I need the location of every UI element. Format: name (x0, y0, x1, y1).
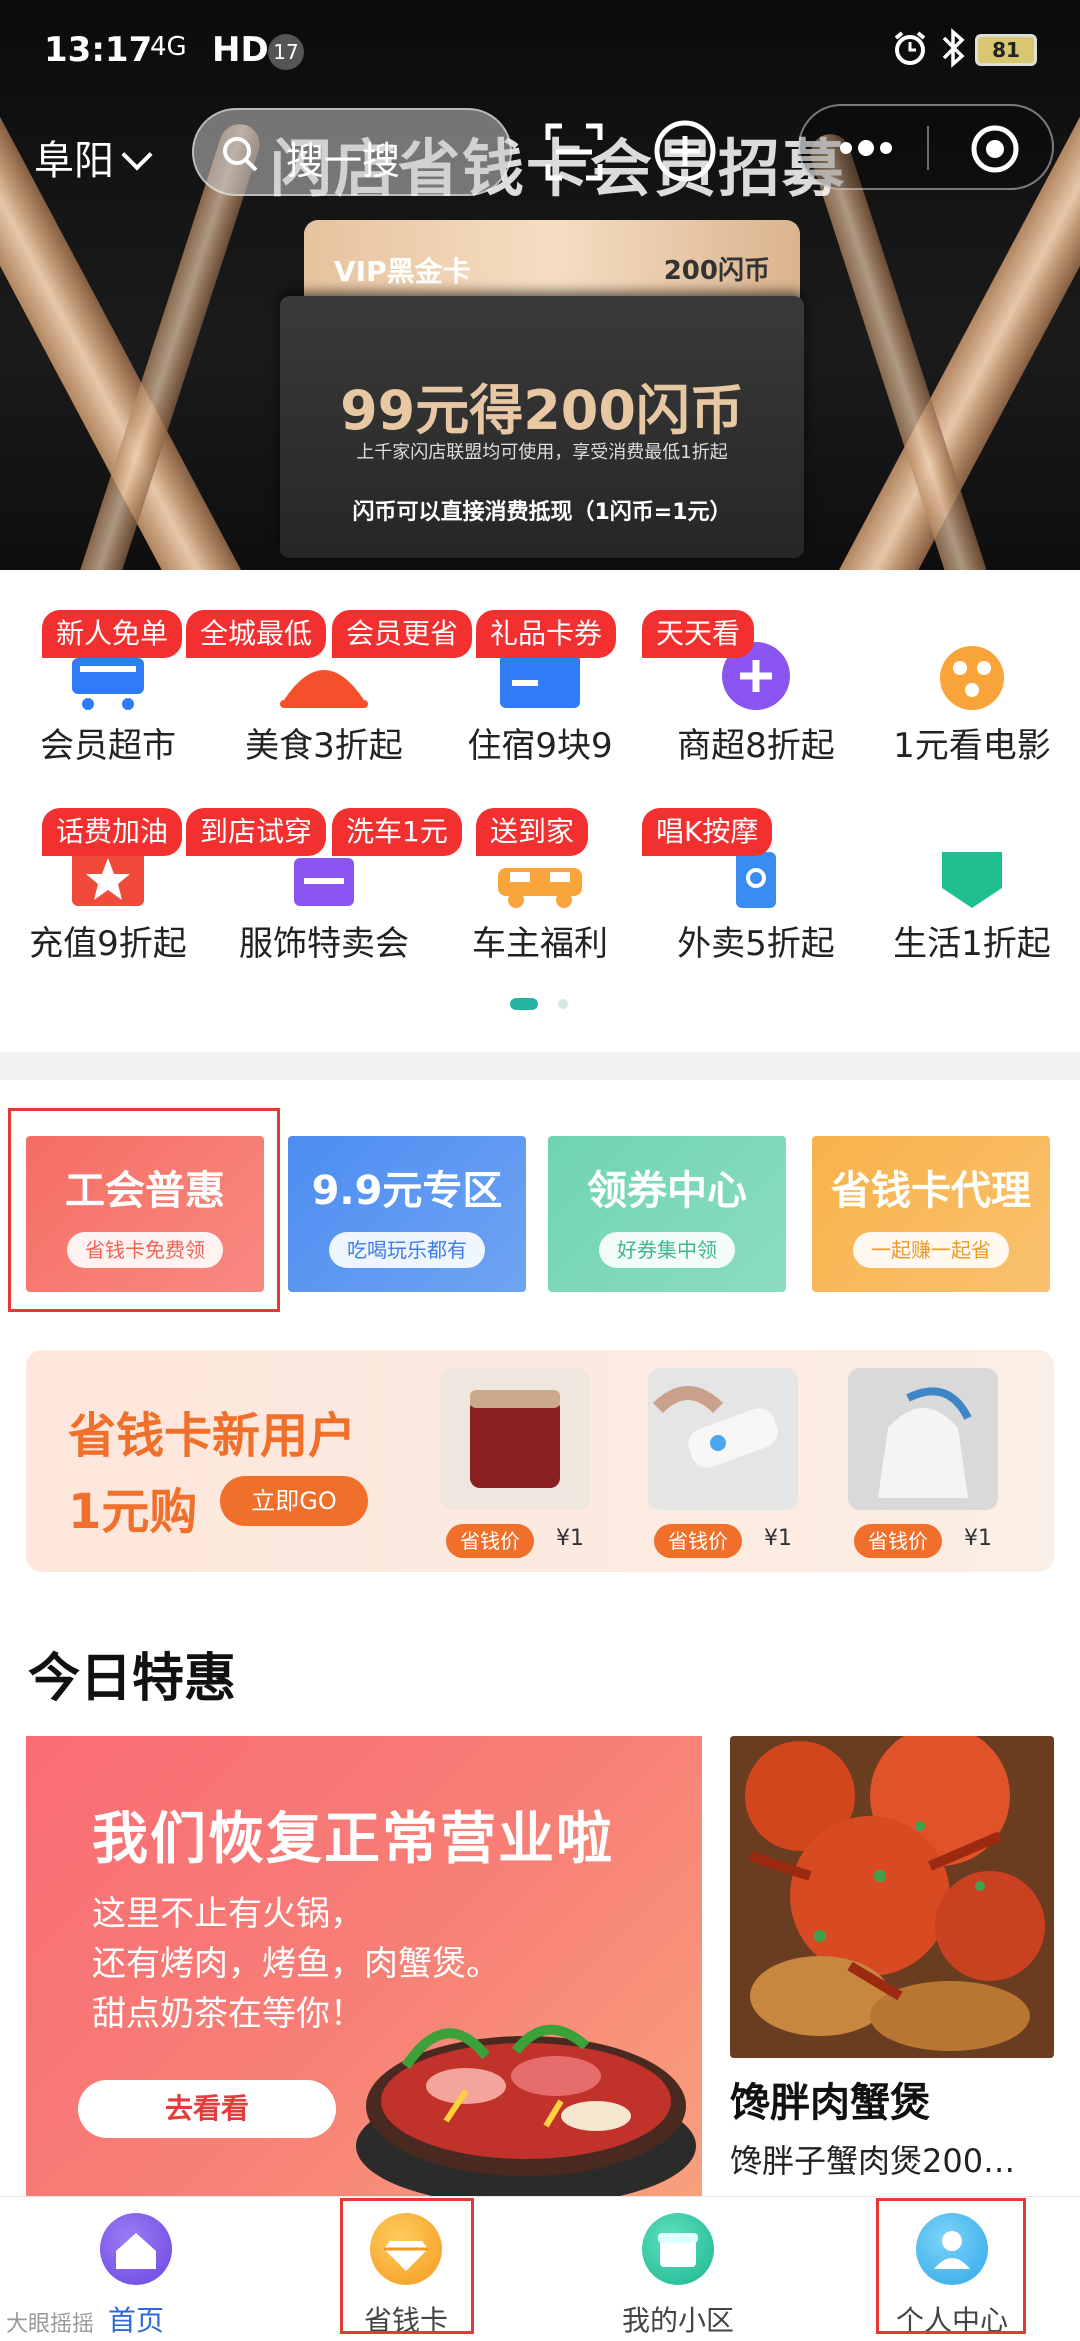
category-item[interactable]: 天天看 1元看电影 (642, 610, 1080, 800)
category-label: 1元看电影 (893, 726, 1051, 766)
view-button[interactable]: 去看看 (78, 2080, 336, 2138)
category-tag: 唱K按摩 (642, 808, 773, 856)
category-tag: 话费加油 (42, 808, 183, 856)
category-tag: 全城最低 (186, 610, 327, 658)
new-user-price: 1元购 (68, 1484, 198, 1540)
deal-line: 这里不止有火锅， (92, 1894, 364, 1934)
section-divider (0, 1052, 1080, 1080)
chevron-down-icon (121, 139, 153, 171)
search-placeholder: 搜一搜 (286, 139, 401, 183)
location-selector[interactable]: 阜阳 (34, 128, 153, 186)
heart-icon (942, 852, 1002, 908)
vip-offer-panel: 99元得200闪币 上千家闪店联盟均可使用，享受消费最低1折起 闪币可以直接消费… (280, 296, 804, 558)
price-tag: 省钱价 (854, 1524, 942, 1558)
bluetooth-icon (942, 28, 965, 68)
category-item[interactable]: 新人免单 会员超市 (0, 610, 216, 800)
promo-title: 9.9元专区 (311, 1168, 503, 1214)
hero-banner[interactable]: 闪店省钱卡会员招募 13:17 4G HD 17 81 阜阳 搜一搜 VIP黑金… (0, 0, 1080, 570)
category-label: 外卖5折起 (677, 924, 835, 964)
battery-indicator: 81 (975, 34, 1037, 66)
promo-banner[interactable]: 9.9元专区吃喝玩乐都有 (288, 1136, 526, 1292)
category-label: 充值9折起 (29, 924, 187, 964)
new-user-title: 省钱卡新用户 (68, 1408, 357, 1464)
status-time: 13:17 (44, 30, 153, 70)
category-label: 车主福利 (472, 924, 608, 964)
price-tag: 省钱价 (446, 1524, 534, 1558)
store-icon (642, 2213, 714, 2285)
promo-subtitle: 吃喝玩乐都有 (329, 1232, 485, 1268)
category-label: 美食3折起 (245, 726, 403, 766)
crab-pot-photo (730, 1736, 1054, 2058)
deal-headline: 我们恢复正常营业啦 (92, 1807, 614, 1872)
vip-rule: 闪币可以直接消费抵现（1闪币=1元） (352, 500, 732, 525)
tab-3[interactable]: 我的小区 (588, 2197, 768, 2341)
vip-card-name: VIP黑金卡 (334, 255, 471, 288)
pager-dot (558, 999, 568, 1009)
location-label: 阜阳 (34, 138, 114, 184)
category-label: 服饰特卖会 (239, 924, 409, 964)
film-reel-icon (940, 646, 1004, 710)
miniprogram-capsule (798, 104, 1054, 190)
promo-subtitle: 好券集中领 (599, 1232, 735, 1268)
vip-offer: 99元得200闪币 (340, 379, 744, 442)
section-title: 今日特惠 (28, 1649, 237, 1709)
tab-highlight-box (876, 2198, 1026, 2334)
product-price: ¥1 (764, 1526, 792, 1551)
deal-description: 馋胖子蟹肉煲200… (730, 2142, 1016, 2180)
category-label: 住宿9块9 (467, 726, 613, 766)
category-tag: 洗车1元 (332, 808, 462, 856)
hd-indicator: HD (212, 30, 269, 70)
promo-subtitle: 一起赚一起省 (853, 1232, 1009, 1268)
category-tag: 到店试穿 (186, 808, 327, 856)
category-tag: 礼品卡券 (476, 610, 617, 658)
crab-pot-image[interactable] (730, 1736, 1054, 2058)
notification-badge: 17 (268, 34, 304, 70)
product-price: ¥1 (964, 1526, 992, 1551)
signal-icon: 4G (150, 32, 187, 62)
product-price: ¥1 (556, 1526, 584, 1551)
deal-name[interactable]: 馋胖肉蟹煲 (730, 2070, 930, 2128)
promo-highlight-box (8, 1108, 280, 1312)
deal-line: 甜点奶茶在等你！ (92, 1994, 364, 2034)
category-item[interactable]: 话费加油充值9折起 (0, 808, 216, 998)
category-tag: 送到家 (476, 808, 589, 856)
scan-icon[interactable] (544, 122, 604, 182)
category-label: 生活1折起 (893, 924, 1051, 964)
add-icon[interactable] (652, 118, 718, 184)
pager-dot-active (510, 998, 538, 1010)
shoe-cleaner-image (648, 1368, 798, 1510)
category-label: 商超8折起 (677, 726, 835, 766)
promo-title: 省钱卡代理 (831, 1168, 1031, 1214)
category-item[interactable]: 唱K按摩生活1折起 (642, 808, 1080, 998)
tab-highlight-box (340, 2198, 474, 2334)
promo-banner[interactable]: 省钱卡代理一起赚一起省 (812, 1136, 1050, 1292)
new-user-card[interactable]: 省钱卡新用户 1元购 立即GO 省钱价 ¥1 省钱价 ¥1 省钱价 ¥1 (26, 1350, 1054, 1572)
search-icon (223, 137, 258, 172)
category-tag: 新人免单 (42, 610, 183, 658)
tab-label: 我的小区 (621, 2304, 734, 2337)
lotus-jar-image (440, 1368, 590, 1510)
deal-card-big[interactable]: 我们恢复正常营业啦 这里不止有火锅， 还有烤肉，烤鱼，肉蟹煲。 甜点奶茶在等你！… (26, 1736, 702, 2196)
search-input[interactable]: 搜一搜 (192, 108, 512, 196)
price-tag: 省钱价 (654, 1524, 742, 1558)
go-button[interactable]: 立即GO (220, 1476, 368, 1526)
trash-bag-image (848, 1368, 998, 1510)
vip-card-coins: 200闪币 (663, 256, 770, 286)
capsule-divider (927, 126, 929, 170)
alarm-icon (894, 31, 926, 65)
category-tag: 会员更省 (332, 610, 473, 658)
vip-description: 上千家闪店联盟均可使用，享受消费最低1折起 (356, 442, 728, 463)
category-tag: 天天看 (642, 610, 755, 658)
home-icon (100, 2213, 172, 2285)
more-icon[interactable] (836, 130, 896, 166)
promo-title: 领券中心 (587, 1168, 747, 1214)
status-bar: 13:17 4G HD 17 81 (0, 0, 1080, 100)
close-miniprogram-icon[interactable] (968, 122, 1022, 176)
category-label: 会员超市 (40, 726, 176, 766)
watermark: 大眼摇摇 (6, 2312, 95, 2337)
hotpot-illustration (356, 2024, 696, 2196)
promo-banner[interactable]: 领券中心 好券集中领 (548, 1136, 786, 1292)
